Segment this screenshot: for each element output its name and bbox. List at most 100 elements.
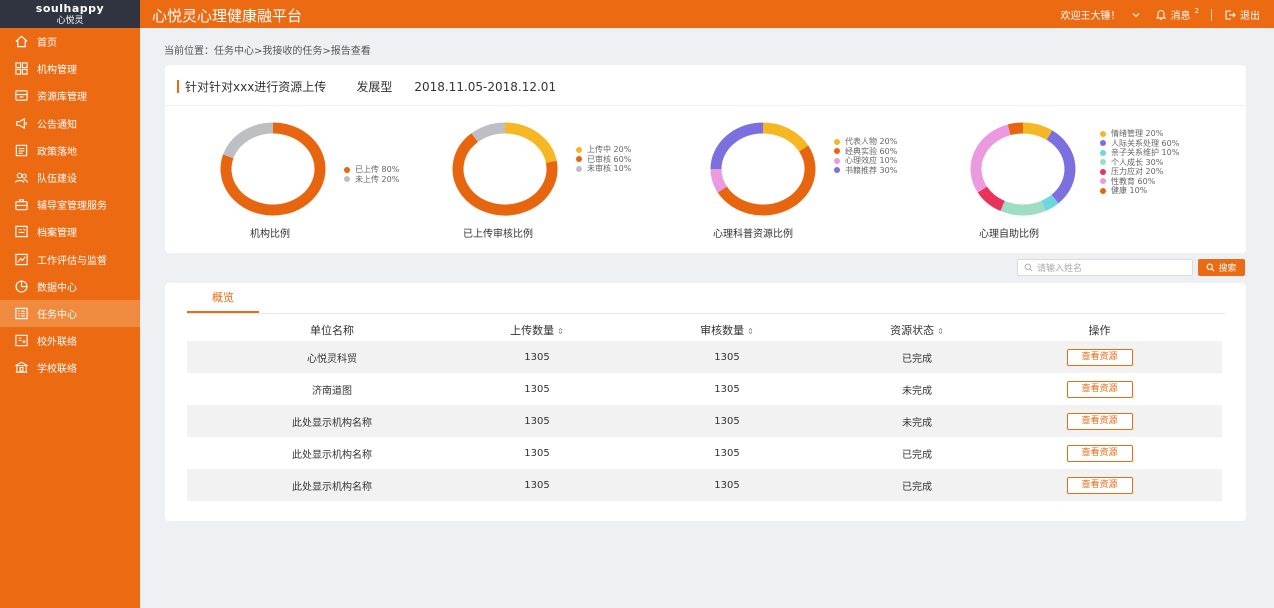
donut-chart-science: 代表人物 20% 经典实验 60% 心理效应 10% 书籍推荐 30% 心理科普… — [707, 121, 937, 241]
search-button[interactable]: 搜索 — [1198, 259, 1245, 276]
top-right-actions: 欢迎王大锤！ 消息 2 退出 — [1061, 7, 1260, 23]
search-placeholder: 请输入姓名 — [1037, 264, 1083, 274]
header-label: 资源状态 — [890, 324, 935, 337]
legend-dot — [834, 148, 840, 155]
sort-icon: ⇕ — [747, 327, 754, 336]
logo-text-en: soulhappy — [35, 2, 105, 15]
sidebar-item-label: 资源库管理 — [37, 92, 87, 104]
sidebar-item-team[interactable]: 队伍建设 — [0, 164, 140, 191]
sidebar-item-label: 机构管理 — [37, 65, 77, 77]
table-row: 此处显示机构名称 1305 1305 已完成 查看资源 — [187, 469, 1222, 501]
view-resource-button[interactable]: 查看资源 — [1066, 412, 1133, 430]
cell-name: 此处显示机构名称 — [292, 449, 372, 461]
view-resource-button[interactable]: 查看资源 — [1066, 444, 1133, 462]
legend-label: 未审核 10% — [587, 164, 632, 174]
sidebar-item-school-contact[interactable]: 学校联络 — [0, 354, 140, 381]
chart-icon — [15, 253, 28, 265]
donut-slice-压力应对 — [977, 186, 1005, 212]
cell-upload: 1305 — [524, 415, 550, 427]
sidebar-item-label: 首页 — [37, 38, 57, 50]
legend-dot — [1100, 178, 1106, 185]
sidebar-item-label: 任务中心 — [37, 309, 77, 321]
cell-action: 查看资源 — [977, 380, 1222, 398]
task-header: 针对针对xxx进行资源上传 发展型 2018.11.05-2018.12.01 — [177, 78, 556, 95]
cell-review: 1305 — [714, 447, 740, 459]
cell-status: 已完成 — [902, 449, 932, 461]
legend-item: 未上传 20% — [344, 175, 399, 185]
donut-slice-健康 — [1007, 122, 1024, 136]
search-input[interactable]: 请输入姓名 — [1017, 259, 1193, 276]
table-header: 单位名称 上传数量 ⇕ 审核数量 ⇕ 资源状态 ⇕ 操作 — [187, 319, 1222, 341]
messages-button[interactable]: 消息 2 — [1155, 7, 1199, 22]
sidebar-item-label: 学校联络 — [37, 364, 77, 376]
col-header-upload[interactable]: 上传数量 ⇕ — [477, 322, 597, 338]
donut-slice-性教育 — [970, 124, 1011, 193]
col-header-status[interactable]: 资源状态 ⇕ — [857, 322, 977, 338]
cell-review: 1305 — [714, 479, 740, 491]
sidebar-item-notices[interactable]: 公告通知 — [0, 110, 140, 137]
cell-review: 1305 — [714, 415, 740, 427]
donut-chart-selfhelp: 情绪管理 20% 人际关系处理 60% 亲子关系维护 10% 个人成长 30% … — [967, 121, 1237, 241]
donut-slice-个人成长 — [1000, 200, 1046, 216]
school-icon — [15, 362, 28, 374]
sidebar-item-home[interactable]: 首页 — [0, 28, 140, 55]
logout-icon — [1225, 9, 1236, 20]
sidebar-item-external-contact[interactable]: 校外联络 — [0, 327, 140, 354]
logo[interactable]: soulhappy 心悦灵 — [0, 0, 140, 28]
sidebar-item-counseling[interactable]: 辅导室管理服务 — [0, 191, 140, 218]
megaphone-icon — [16, 117, 27, 129]
accent-bar — [177, 80, 179, 93]
view-resource-button[interactable]: 查看资源 — [1066, 476, 1133, 494]
chart-legend: 代表人物 20% 经典实验 60% 心理效应 10% 书籍推荐 30% — [834, 137, 897, 175]
sidebar-item-policy[interactable]: 政策落地 — [0, 137, 140, 164]
messages-count-badge: 2 — [1194, 6, 1199, 15]
legend-label: 未上传 20% — [355, 174, 400, 184]
donut-slice-人际关系处理 — [1046, 130, 1076, 204]
legend-dot — [1100, 159, 1106, 166]
view-resource-button[interactable]: 查看资源 — [1066, 348, 1133, 366]
cell-upload: 1305 — [524, 383, 550, 395]
policy-icon — [15, 144, 28, 157]
tab-underline — [187, 313, 1225, 314]
header-divider — [1211, 8, 1212, 21]
cell-action: 查看资源 — [977, 412, 1222, 430]
tab-overview[interactable]: 概览 — [187, 289, 259, 313]
home-icon — [15, 35, 28, 48]
col-header-review[interactable]: 审核数量 ⇕ — [597, 322, 857, 338]
sidebar-item-resources[interactable]: 资源库管理 — [0, 82, 140, 109]
cell-status: 已完成 — [902, 353, 932, 365]
donut-slice-心理效应 — [710, 168, 728, 193]
cell-name: 此处显示机构名称 — [292, 481, 372, 493]
legend-dot — [1100, 140, 1106, 147]
sidebar-item-evaluation[interactable]: 工作评估与监督 — [0, 246, 140, 273]
sidebar-item-label: 工作评估与监督 — [37, 255, 107, 267]
sidebar-item-label: 数据中心 — [37, 282, 77, 294]
task-type: 发展型 — [356, 80, 393, 94]
col-header-name: 单位名称 — [187, 322, 477, 338]
table-row: 此处显示机构名称 1305 1305 未完成 查看资源 — [187, 405, 1222, 437]
header-label: 单位名称 — [310, 324, 354, 337]
user-menu[interactable]: 欢迎王大锤！ — [1061, 7, 1141, 22]
donut-ring — [710, 122, 816, 216]
sidebar-item-data-center[interactable]: 数据中心 — [0, 273, 140, 300]
sidebar-item-archives[interactable]: 档案管理 — [0, 218, 140, 245]
logout-label: 退出 — [1240, 11, 1260, 22]
task-icon — [15, 307, 28, 320]
sidebar-item-task-center[interactable]: 任务中心 — [0, 299, 140, 328]
sidebar-item-org[interactable]: 机构管理 — [0, 55, 140, 82]
task-summary-card: 针对针对xxx进行资源上传 发展型 2018.11.05-2018.12.01 … — [165, 65, 1246, 253]
donut-slice-亲子关系维护 — [1041, 194, 1059, 212]
chevron-down-icon — [1132, 12, 1139, 17]
legend-dot — [1100, 130, 1106, 137]
legend-dot — [834, 138, 840, 145]
legend-dot — [576, 156, 582, 163]
donut-slice-书籍推荐 — [710, 122, 764, 170]
logout-button[interactable]: 退出 — [1224, 7, 1260, 22]
chart-legend: 上传中 20% 已审核 60% 未审核 10% — [576, 145, 631, 174]
search-icon — [1207, 263, 1215, 272]
view-resource-button[interactable]: 查看资源 — [1066, 380, 1133, 398]
cell-status: 未完成 — [902, 417, 932, 429]
task-date-range: 2018.11.05-2018.12.01 — [414, 79, 557, 94]
cell-upload: 1305 — [524, 447, 550, 459]
cell-upload: 1305 — [524, 351, 550, 363]
